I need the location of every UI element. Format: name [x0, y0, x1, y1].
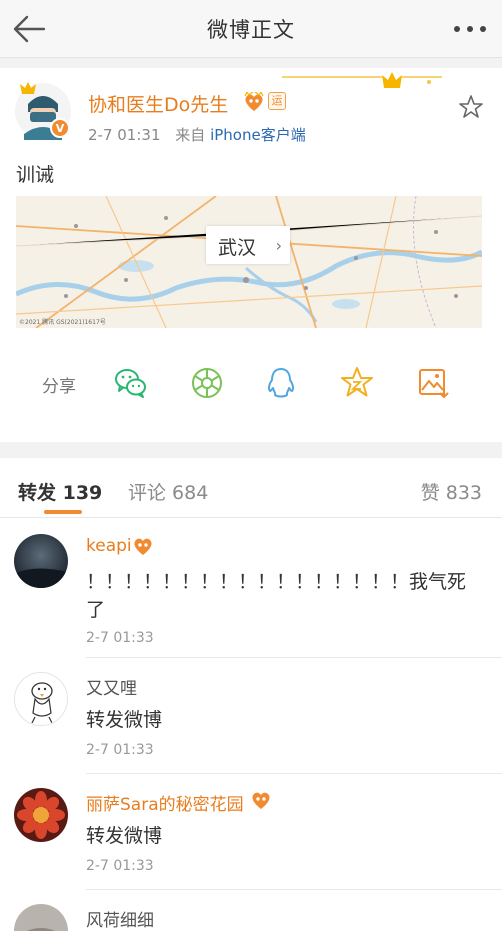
page-title: 微博正文 — [207, 18, 295, 42]
post-meta: 2-7 01:31 来自 iPhone客户端 — [88, 124, 306, 145]
more-button[interactable] — [450, 18, 490, 40]
vip-heart-icon — [244, 92, 264, 111]
repost-item[interactable]: keapi ！！！！！！！！！！！！！！！！！我气死了 2-7 01:33 — [0, 520, 502, 658]
star-2-icon — [341, 367, 373, 397]
repost-text: 转发微博 — [86, 825, 163, 847]
repost-time: 2-7 01:33 — [86, 858, 154, 874]
chevron-right-icon: › — [275, 236, 282, 255]
favorite-button[interactable] — [458, 94, 484, 120]
location-label: 武汉 — [218, 237, 257, 259]
author-name[interactable]: 协和医生Do先生 — [88, 90, 228, 117]
repost-feed: 转发 139 评论 684 赞 833 keapi ！！！！！！！！！！！！！！… — [0, 458, 502, 931]
image-download-icon — [419, 369, 449, 399]
post-time: 2-7 01:31 — [88, 126, 161, 144]
tab-likes[interactable]: 赞 833 — [421, 478, 482, 505]
repost-text: 转发微博 — [86, 709, 163, 731]
user-name[interactable]: 风荷细细 — [86, 906, 154, 931]
user-name[interactable]: keapi — [86, 536, 132, 556]
user-name[interactable]: 丽萨Sara的秘密花园 — [86, 790, 244, 815]
star-icon — [459, 95, 483, 118]
level-badge: 运 — [268, 92, 286, 110]
post-text: 训诫 — [16, 164, 55, 186]
repost-item[interactable]: 风荷细细 — [0, 890, 502, 931]
repost-time: 2-7 01:33 — [86, 630, 154, 646]
sketch-bird-avatar-icon — [15, 673, 67, 725]
repost-time: 2-7 01:33 — [86, 742, 154, 758]
share-row: 分享 — [0, 358, 502, 408]
doctor-avatar-icon: V — [15, 82, 71, 140]
tab-reposts[interactable]: 转发 139 — [18, 478, 102, 505]
photo-avatar-icon — [14, 904, 68, 931]
map-copyright: ©2021 腾讯 GS(2021)1617号 — [19, 319, 106, 326]
vip-heart-icon — [134, 538, 152, 555]
wechat-icon — [115, 369, 146, 398]
user-avatar[interactable] — [14, 672, 68, 726]
share-wechat-button[interactable] — [114, 366, 148, 400]
user-avatar[interactable] — [14, 788, 68, 842]
author-avatar[interactable]: V — [14, 82, 72, 140]
moments-icon — [192, 368, 222, 398]
crown-decoration-icon — [282, 72, 442, 88]
flower-avatar-icon — [14, 788, 68, 842]
post-source[interactable]: iPhone客户端 — [210, 126, 306, 144]
vip-heart-icon — [252, 792, 270, 809]
tab-comments[interactable]: 评论 684 — [128, 478, 208, 505]
active-tab-indicator — [44, 510, 82, 514]
share-qq-button[interactable] — [264, 366, 298, 400]
qq-penguin-icon — [267, 368, 295, 398]
user-avatar[interactable] — [14, 904, 68, 931]
dark-photo-avatar-icon — [14, 534, 68, 588]
location-map[interactable]: 武汉 › ©2021 腾讯 GS(2021)1617号 — [16, 196, 482, 328]
post-card: V 协和医生Do先生 运 2-7 01:31 来自 iPhone客户端 训诫 武… — [0, 68, 502, 442]
user-name[interactable]: 又又哩 — [86, 674, 137, 699]
repost-item[interactable]: 丽萨Sara的秘密花园 转发微博 2-7 01:33 — [0, 774, 502, 890]
tab-bar: 转发 139 评论 684 赞 833 — [0, 458, 502, 518]
share-favorite-button[interactable] — [340, 366, 374, 400]
location-pill[interactable]: 武汉 › — [206, 226, 290, 264]
more-dots-icon — [454, 26, 486, 32]
repost-item[interactable]: 又又哩 转发微博 2-7 01:33 — [0, 658, 502, 774]
repost-text: ！！！！！！！！！！！！！！！！！我气死了 — [86, 571, 467, 621]
share-label: 分享 — [42, 377, 76, 397]
share-moments-button[interactable] — [190, 366, 224, 400]
top-bar: 微博正文 — [0, 0, 502, 58]
svg-text:V: V — [56, 122, 65, 135]
user-avatar[interactable] — [14, 534, 68, 588]
save-image-button[interactable] — [416, 366, 450, 400]
source-prefix: 来自 — [175, 126, 206, 144]
